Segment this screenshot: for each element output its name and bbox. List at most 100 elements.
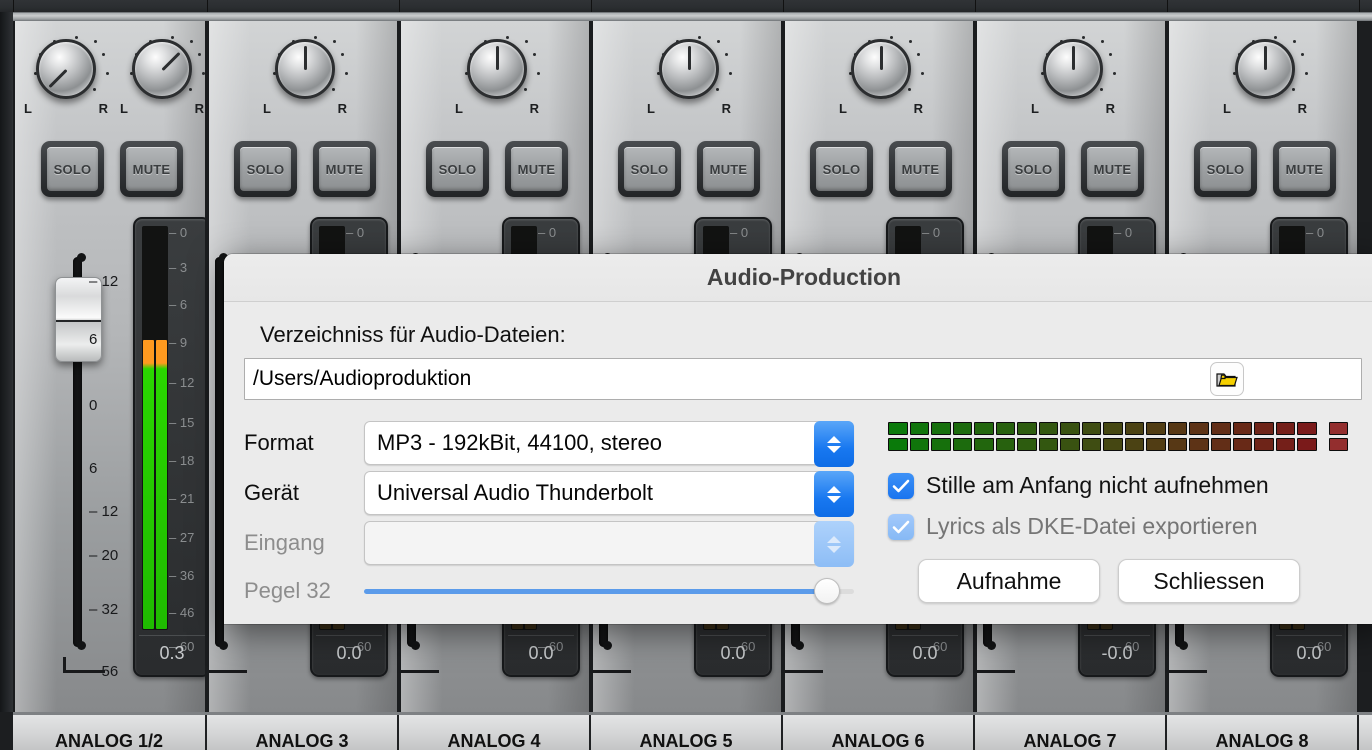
device-stepper-icon[interactable] bbox=[814, 471, 854, 517]
meter-bar bbox=[156, 340, 167, 629]
channel-name-label[interactable]: ANALOG 1/2 bbox=[13, 715, 207, 750]
knob-dial[interactable] bbox=[851, 39, 911, 99]
mute-button[interactable]: MUTE bbox=[697, 141, 760, 197]
channel-name-label[interactable]: ANALOG 5 bbox=[591, 715, 783, 750]
solo-button[interactable]: SOLO bbox=[1002, 141, 1065, 197]
pan-lr-labels: LR bbox=[838, 101, 924, 119]
level-meter-segment bbox=[910, 438, 930, 451]
format-stepper-icon[interactable] bbox=[814, 421, 854, 467]
format-row: Format MP3 - 192kBit, 44100, stereo bbox=[244, 418, 864, 468]
mixer-top-header bbox=[0, 0, 1372, 12]
channel-name-label[interactable]: ANALOG 7 bbox=[975, 715, 1167, 750]
record-button[interactable]: Aufnahme bbox=[918, 559, 1100, 603]
level-meter-segment bbox=[1103, 422, 1123, 435]
pan-knob[interactable]: LR bbox=[1222, 31, 1308, 131]
recording-level-meter bbox=[888, 422, 1348, 451]
pan-knob-row: LR bbox=[977, 31, 1165, 139]
top-header-divider bbox=[207, 0, 208, 12]
pan-lr-labels: LR bbox=[262, 101, 348, 119]
pan-knob[interactable]: LR bbox=[838, 31, 924, 131]
solo-button[interactable]: SOLO bbox=[426, 141, 489, 197]
pan-knob[interactable]: LR bbox=[646, 31, 732, 131]
channel-name-label[interactable]: ANALOG 3 bbox=[207, 715, 399, 750]
pan-knob[interactable]: LR bbox=[119, 31, 205, 131]
level-slider-handle[interactable] bbox=[814, 578, 840, 604]
mute-button[interactable]: MUTE bbox=[313, 141, 376, 197]
solo-button-label: SOLO bbox=[823, 162, 861, 177]
meter-bars bbox=[142, 226, 168, 630]
solo-mute-row: SOLO MUTE bbox=[209, 141, 397, 203]
channel-name-label[interactable]: ANALOG 6 bbox=[783, 715, 975, 750]
fader-foot bbox=[399, 657, 439, 673]
mixer-channel-strip[interactable]: LRLRSOLOMUTE– 12606– 12– 20– 32– 56– ∞– … bbox=[13, 21, 207, 712]
level-meter-segment bbox=[1211, 438, 1231, 451]
mixer-header-divider bbox=[12, 12, 1372, 21]
knob-dial[interactable] bbox=[132, 39, 192, 99]
knob-dial[interactable] bbox=[275, 39, 335, 99]
pan-knob[interactable]: LR bbox=[1030, 31, 1116, 131]
input-stepper-icon bbox=[814, 521, 854, 567]
level-meter-peak-segment bbox=[1329, 422, 1349, 435]
knob-pointer bbox=[304, 46, 307, 70]
mute-button[interactable]: MUTE bbox=[505, 141, 568, 197]
solo-button[interactable]: SOLO bbox=[234, 141, 297, 197]
pan-label-left: L bbox=[120, 101, 128, 116]
device-select-value: Universal Audio Thunderbolt bbox=[377, 480, 653, 506]
pan-knob[interactable]: LR bbox=[23, 31, 109, 131]
knob-dial[interactable] bbox=[36, 39, 96, 99]
directory-path-input[interactable] bbox=[244, 358, 1362, 400]
mute-button[interactable]: MUTE bbox=[1273, 141, 1336, 197]
level-meter-segment bbox=[1017, 422, 1037, 435]
solo-button[interactable]: SOLO bbox=[41, 141, 104, 197]
solo-button[interactable]: SOLO bbox=[810, 141, 873, 197]
knob-dial[interactable] bbox=[1235, 39, 1295, 99]
mute-button-label: MUTE bbox=[326, 162, 364, 177]
mute-button[interactable]: MUTE bbox=[120, 141, 183, 197]
channel-name-label[interactable]: ANALOG 8 bbox=[1167, 715, 1359, 750]
channel-name-label[interactable]: ANALOG 4 bbox=[399, 715, 591, 750]
fader-foot bbox=[591, 657, 631, 673]
meter-scale-tick: – 18 bbox=[169, 453, 194, 468]
level-meter-peak-segment bbox=[1329, 438, 1349, 451]
mute-button[interactable]: MUTE bbox=[1081, 141, 1144, 197]
channel-fader[interactable]: – 12606– 12– 20– 32– 56– ∞ bbox=[43, 217, 129, 677]
checkbox-row-silence[interactable]: Stille am Anfang nicht aufnehmen bbox=[888, 465, 1364, 506]
level-meter-row bbox=[888, 422, 1348, 435]
close-button[interactable]: Schliessen bbox=[1118, 559, 1300, 603]
fader-foot bbox=[975, 657, 1015, 673]
pan-knob[interactable]: LR bbox=[262, 31, 348, 131]
top-header-divider bbox=[399, 0, 400, 12]
device-select[interactable]: Universal Audio Thunderbolt bbox=[364, 471, 854, 515]
knob-dial[interactable] bbox=[1043, 39, 1103, 99]
top-header-divider bbox=[1167, 0, 1168, 12]
level-meter-segment bbox=[953, 438, 973, 451]
folder-icon[interactable] bbox=[1210, 362, 1244, 396]
checkmark-icon-silence[interactable] bbox=[888, 473, 914, 499]
solo-button-label: SOLO bbox=[631, 162, 669, 177]
mute-button[interactable]: MUTE bbox=[889, 141, 952, 197]
meter-bar bbox=[143, 340, 154, 629]
fader-scale-tick: – 32 bbox=[89, 601, 118, 618]
fader-track[interactable] bbox=[215, 257, 224, 647]
pan-label-left: L bbox=[1031, 101, 1039, 116]
pan-knob[interactable]: LR bbox=[454, 31, 540, 131]
knob-dial[interactable] bbox=[467, 39, 527, 99]
level-meter-gap bbox=[1319, 438, 1327, 451]
level-slider[interactable] bbox=[364, 578, 854, 604]
pan-knob-row: LR bbox=[1169, 31, 1357, 139]
solo-button[interactable]: SOLO bbox=[1194, 141, 1257, 197]
meter-scale-tick: – 0 bbox=[1114, 225, 1132, 240]
checkbox-label-lyrics: Lyrics als DKE-Datei exportieren bbox=[926, 513, 1258, 540]
fader-cap-bottom bbox=[1179, 641, 1188, 650]
channel-gain-readout: 0.0 bbox=[1276, 635, 1342, 671]
directory-label: Verzeichniss für Audio-Dateien: bbox=[260, 322, 1364, 348]
checkbox-row-lyrics[interactable]: Lyrics als DKE-Datei exportieren bbox=[888, 506, 1364, 547]
channel-gain-readout: 0.0 bbox=[508, 635, 574, 671]
knob-pointer bbox=[1072, 46, 1075, 70]
solo-button[interactable]: SOLO bbox=[618, 141, 681, 197]
meter-scale-tick: – 36 bbox=[169, 568, 194, 583]
checkmark-icon-lyrics[interactable] bbox=[888, 514, 914, 540]
format-select[interactable]: MP3 - 192kBit, 44100, stereo bbox=[364, 421, 854, 465]
pan-knob-row: LR bbox=[209, 31, 397, 139]
knob-dial[interactable] bbox=[659, 39, 719, 99]
